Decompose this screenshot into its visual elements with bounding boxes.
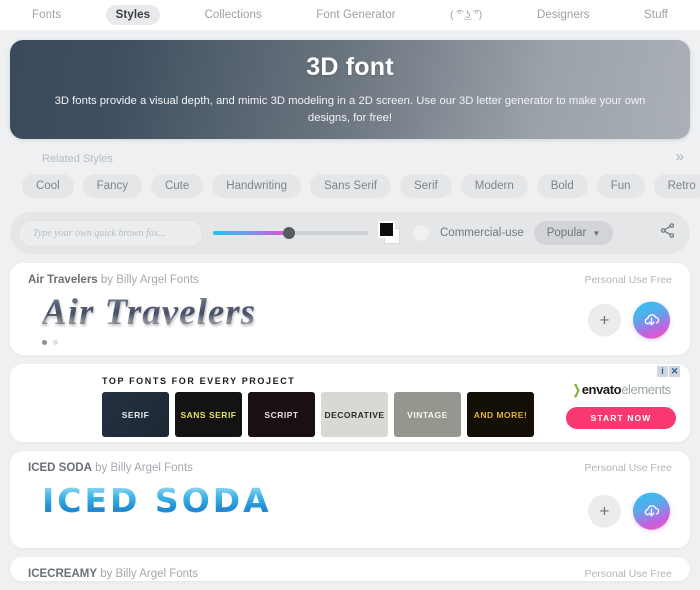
ad-thumb-script[interactable]: SCRIPT <box>248 392 315 437</box>
share-icon[interactable] <box>659 222 676 244</box>
chevron-down-icon: ▼ <box>592 228 601 238</box>
related-styles-label: Related Styles <box>42 153 113 165</box>
top-navigation: Fonts Styles Collections Font Generator … <box>0 0 700 31</box>
chip-handwriting[interactable]: Handwriting <box>212 174 302 198</box>
carousel-dots <box>28 340 672 345</box>
add-to-collection-button[interactable]: + <box>588 494 621 528</box>
search-placeholder: Type your own quick brown fox... <box>33 227 166 239</box>
font-card-air-travelers[interactable]: Air Travelers by Billy Argel Fonts Perso… <box>10 263 690 355</box>
font-name: Air Travelers <box>28 274 98 286</box>
envato-elements-logo: ❭envatoelements <box>566 382 676 398</box>
carousel-dot-1[interactable] <box>42 340 47 345</box>
font-title: Air Travelers by Billy Argel Fonts <box>28 274 199 286</box>
commercial-use-toggle[interactable] <box>412 224 430 242</box>
related-styles-section: Related Styles » Cool Fancy Cute Handwri… <box>10 139 700 198</box>
brand-elements: elements <box>621 382 671 397</box>
card-actions: + <box>588 301 670 339</box>
adchoices-info-icon[interactable]: i <box>657 366 668 377</box>
ad-thumb-vintage[interactable]: VINTAGE <box>394 392 461 437</box>
ad-brand-block: ❭envatoelements START NOW <box>566 382 676 429</box>
font-title: ICED SODA by Billy Argel Fonts <box>28 462 193 474</box>
ad-close-icon[interactable]: ✕ <box>669 366 680 377</box>
add-to-collection-button[interactable]: + <box>588 303 621 337</box>
ad-thumb-serif[interactable]: SERIF <box>102 392 169 437</box>
carousel-dot-2[interactable] <box>53 340 58 345</box>
chip-modern[interactable]: Modern <box>460 174 528 198</box>
font-size-slider[interactable] <box>213 227 368 239</box>
font-preview: ICED SODA <box>28 474 672 526</box>
chip-fun[interactable]: Fun <box>596 174 645 198</box>
brand-envato: envato <box>581 382 622 397</box>
nav-item-kaomoji[interactable]: ( ͡° ͜ʖ ͡°) <box>440 5 493 25</box>
sort-dropdown[interactable]: Popular ▼ <box>533 221 614 245</box>
page-content: 3D font 3D fonts provide a visual depth,… <box>0 31 700 581</box>
card-actions: + <box>588 492 670 530</box>
font-name: ICECREAMY <box>28 568 98 580</box>
download-button[interactable] <box>633 301 670 339</box>
font-name: ICED SODA <box>28 462 92 474</box>
color-swatch-picker[interactable] <box>378 221 402 245</box>
advertisement-banner[interactable]: i ✕ TOP FONTS FOR EVERY PROJECT SERIF SA… <box>10 364 690 442</box>
nav-item-fonts[interactable]: Fonts <box>22 5 71 25</box>
card-header: ICECREAMY by Billy Argel Fonts Personal … <box>28 568 672 580</box>
font-author: by Billy Argel Fonts <box>97 274 199 286</box>
download-button[interactable] <box>633 492 670 530</box>
commercial-use-label: Commercial-use <box>440 227 524 239</box>
foreground-color-swatch[interactable] <box>378 221 395 238</box>
chip-retro[interactable]: Retro <box>653 174 700 198</box>
card-header: ICED SODA by Billy Argel Fonts Personal … <box>28 462 672 474</box>
preview-toolbar: Type your own quick brown fox... Commerc… <box>10 212 690 254</box>
hero-banner: 3D font 3D fonts provide a visual depth,… <box>10 40 690 139</box>
font-title: ICECREAMY by Billy Argel Fonts <box>28 568 198 580</box>
nav-item-styles[interactable]: Styles <box>105 5 161 25</box>
chip-cool[interactable]: Cool <box>22 174 74 198</box>
font-sample-text: ICED SODA <box>42 480 272 520</box>
license-badge: Personal Use Free <box>584 568 672 580</box>
leaf-icon: ❭ <box>571 382 582 397</box>
chevron-double-right-icon[interactable]: » <box>676 149 684 164</box>
font-author: by Billy Argel Fonts <box>97 568 198 580</box>
related-styles-chip-list: Cool Fancy Cute Handwriting Sans Serif S… <box>14 174 700 198</box>
chip-bold[interactable]: Bold <box>536 174 588 198</box>
font-author: by Billy Argel Fonts <box>91 462 193 474</box>
chip-fancy[interactable]: Fancy <box>82 174 142 198</box>
chip-serif[interactable]: Serif <box>400 174 452 198</box>
license-badge: Personal Use Free <box>584 462 672 474</box>
search-input[interactable]: Type your own quick brown fox... <box>18 219 203 247</box>
ad-thumb-sans-serif[interactable]: SANS SERIF <box>175 392 242 437</box>
nav-item-stuff[interactable]: Stuff <box>634 5 678 25</box>
ad-thumb-decorative[interactable]: DECORATIVE <box>321 392 388 437</box>
card-header: Air Travelers by Billy Argel Fonts Perso… <box>28 274 672 286</box>
font-preview: Air Travelers <box>28 286 672 338</box>
slider-fill <box>213 231 288 235</box>
font-card-iced-soda[interactable]: ICED SODA by Billy Argel Fonts Personal … <box>10 451 690 548</box>
start-now-button[interactable]: START NOW <box>566 407 676 429</box>
page-title: 3D font <box>306 52 394 81</box>
font-sample-text: Air Travelers <box>42 291 257 333</box>
nav-item-collections[interactable]: Collections <box>195 5 272 25</box>
font-card-icecreamy[interactable]: ICECREAMY by Billy Argel Fonts Personal … <box>10 557 690 581</box>
nav-item-designers[interactable]: Designers <box>527 5 600 25</box>
chip-cute[interactable]: Cute <box>150 174 204 198</box>
ad-thumb-and-more[interactable]: AND MORE! <box>467 392 534 437</box>
nav-item-font-generator[interactable]: Font Generator <box>306 5 405 25</box>
sort-dropdown-label: Popular <box>546 227 587 239</box>
hero-description: 3D fonts provide a visual depth, and mim… <box>54 94 646 124</box>
chip-sans-serif[interactable]: Sans Serif <box>310 174 392 198</box>
license-badge: Personal Use Free <box>584 274 672 286</box>
slider-handle[interactable] <box>282 227 295 239</box>
adchoices-controls: i ✕ <box>657 366 680 377</box>
